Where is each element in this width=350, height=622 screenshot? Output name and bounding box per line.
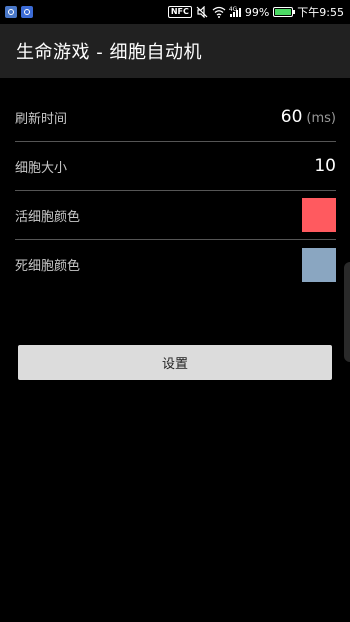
battery-percent: 99% <box>244 5 270 19</box>
status-bar: NFC 4G 99% 下午9:55 <box>0 0 350 24</box>
signal-label: 4G <box>228 5 238 13</box>
battery-level <box>275 9 292 15</box>
dead-color-row[interactable]: 死细胞颜色 <box>15 240 336 289</box>
alive-color-row[interactable]: 活细胞颜色 <box>15 191 336 240</box>
refresh-time-label: 刷新时间 <box>15 111 68 127</box>
refresh-time-row[interactable]: 刷新时间 60 (ms) <box>15 93 336 142</box>
app-notification-icon-2 <box>21 6 33 18</box>
app-bar: 生命游戏 - 细胞自动机 <box>0 24 350 78</box>
cell-size-value[interactable]: 10 <box>314 156 336 176</box>
nfc-icon: NFC <box>167 6 192 18</box>
clock: 下午9:55 <box>297 6 344 19</box>
settings-list: 刷新时间 60 (ms) 细胞大小 10 活细胞颜色 死细胞颜色 <box>15 93 336 289</box>
dead-color-label: 死细胞颜色 <box>15 259 81 274</box>
page-title: 生命游戏 - 细胞自动机 <box>16 42 202 63</box>
app-notification-icon <box>5 6 17 18</box>
status-bar-left <box>5 6 33 18</box>
cell-size-label: 细胞大小 <box>15 160 68 176</box>
alive-color-label: 活细胞颜色 <box>15 209 81 225</box>
battery-icon <box>273 7 296 17</box>
edge-drawer-handle[interactable] <box>344 262 350 362</box>
wifi-icon <box>212 6 226 18</box>
signal-icon: 4G <box>228 5 241 17</box>
refresh-time-value[interactable]: 60 <box>281 107 303 127</box>
refresh-time-unit: (ms) <box>306 111 336 126</box>
cell-size-row[interactable]: 细胞大小 10 <box>15 142 336 191</box>
dead-color-swatch[interactable] <box>302 247 336 282</box>
status-bar-right: NFC 4G 99% 下午9:55 <box>167 4 344 20</box>
alive-color-swatch[interactable] <box>302 198 336 232</box>
mute-icon <box>196 6 208 18</box>
set-button[interactable]: 设置 <box>18 345 332 380</box>
refresh-time-value-group[interactable]: 60 (ms) <box>281 107 336 127</box>
